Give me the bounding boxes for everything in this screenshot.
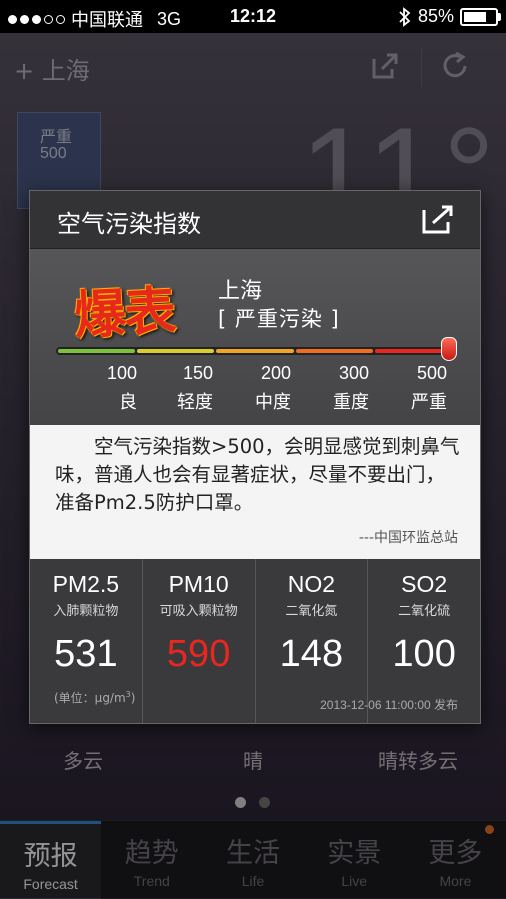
dialog-header: 空气污染指数 xyxy=(30,191,480,249)
bluetooth-icon xyxy=(399,6,411,27)
aqi-scale-tick: 200 中度 xyxy=(231,363,291,414)
pollutant-code: NO2 xyxy=(287,571,336,597)
aqi-scale-tick: 100 良 xyxy=(77,363,137,414)
aqi-scale-segment xyxy=(58,349,136,353)
aqi-source: ---中国环监总站 xyxy=(358,530,458,546)
aqi-scale-tick: 500 严重 xyxy=(387,363,447,414)
aqi-city: 上海 xyxy=(218,279,263,304)
aqi-scale-tick-value: 200 xyxy=(260,363,291,383)
pollutant-code: PM10 xyxy=(168,571,229,597)
pollutant-value: 148 xyxy=(279,633,344,675)
aqi-scale-bar xyxy=(56,347,456,355)
pollutant-name: 可吸入颗粒物 xyxy=(159,604,238,619)
unit-note: (单位：μg/m3) xyxy=(54,689,135,706)
aqi-scale-segment xyxy=(295,349,373,353)
pollutant-name: 入肺颗粒物 xyxy=(53,604,119,619)
pollutant-code: SO2 xyxy=(401,571,448,597)
status-bar: 中国联通 3G 12:12 85% xyxy=(0,0,506,33)
aqi-description-panel: 空气污染指数>500，会明显感觉到刺鼻气味，普通人也会有显著症状，尽量不要出门，… xyxy=(30,425,480,559)
unit-close: ) xyxy=(130,691,136,705)
share-icon[interactable] xyxy=(420,204,456,236)
publish-time: 2013-12-06 11:00:00 发布 xyxy=(320,698,458,712)
aqi-scale-tick-value: 150 xyxy=(182,363,213,383)
aqi-scale-tick-label: 中度 xyxy=(255,392,291,413)
pollutant-value: 531 xyxy=(54,633,118,675)
pollutant-name: 二氧化硫 xyxy=(398,604,451,619)
aqi-summary: 爆表 上海 [ 严重污染 ] 100 良 150 轻度 200 中度 300 重度 500 严重 xyxy=(30,249,480,425)
aqi-level: [ 严重污染 ] xyxy=(218,307,340,331)
aqi-scale-tick-label: 严重 xyxy=(411,392,447,413)
aqi-scale-tick-value: 300 xyxy=(338,363,369,383)
aqi-scale-tick-label: 重度 xyxy=(333,392,369,413)
aqi-scale-tick-label: 良 xyxy=(119,392,137,413)
aqi-scale-tick-value: 500 xyxy=(416,363,447,383)
aqi-scale-marker xyxy=(441,337,457,361)
pollutant-name: 二氧化氮 xyxy=(285,604,338,619)
aqi-description: 空气污染指数>500，会明显感觉到刺鼻气味，普通人也会有显著症状，尽量不要出门，… xyxy=(55,435,460,514)
dialog-title: 空气污染指数 xyxy=(57,210,201,238)
aqi-scale-tick-label: 轻度 xyxy=(177,392,213,413)
air-quality-dialog: 空气污染指数 爆表 上海 [ 严重污染 ] 100 良 150 轻度 200 中度 300 重… xyxy=(29,190,481,724)
aqi-scale-tick-value: 100 xyxy=(106,363,137,383)
off-the-chart-badge: 爆表 xyxy=(72,281,176,347)
aqi-scale-segment xyxy=(216,349,294,353)
pollutant-code: PM2.5 xyxy=(52,571,120,597)
pollutant-pm10: PM10 可吸入颗粒物 590 xyxy=(143,559,256,723)
battery-percent: 85% xyxy=(417,6,454,26)
aqi-scale-tick: 150 轻度 xyxy=(153,363,213,414)
pollutant-value: 590 xyxy=(166,633,231,675)
aqi-scale-segment xyxy=(137,349,215,353)
aqi-scale-tick: 300 重度 xyxy=(309,363,369,414)
aqi-scale-labels: 100 良 150 轻度 200 中度 300 重度 500 严重 xyxy=(30,363,480,423)
battery-icon xyxy=(460,7,501,26)
unit-label: (单位：μg/m xyxy=(54,691,126,705)
pollutant-value: 100 xyxy=(392,633,456,675)
